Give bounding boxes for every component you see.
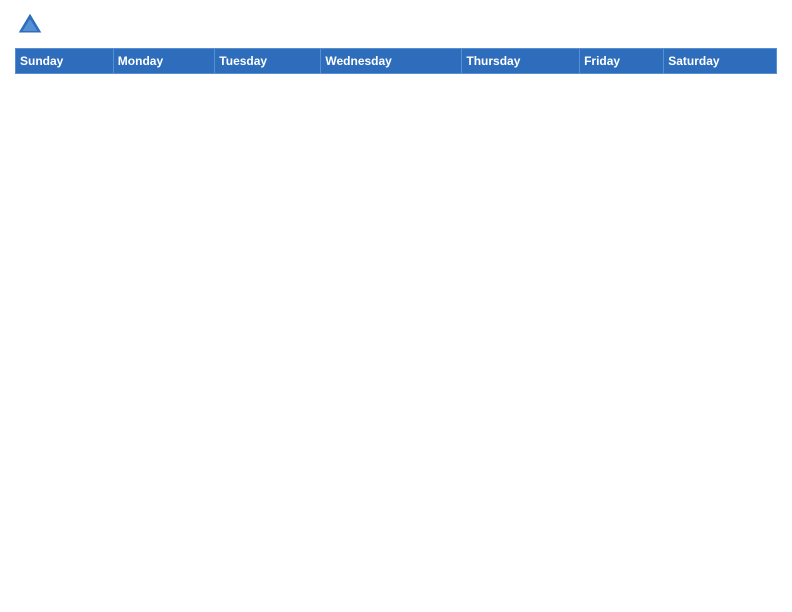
- col-friday: Friday: [580, 49, 664, 74]
- col-thursday: Thursday: [462, 49, 580, 74]
- calendar-header-row: Sunday Monday Tuesday Wednesday Thursday…: [16, 49, 777, 74]
- header: [15, 10, 777, 40]
- col-monday: Monday: [113, 49, 215, 74]
- col-wednesday: Wednesday: [321, 49, 462, 74]
- page: Sunday Monday Tuesday Wednesday Thursday…: [0, 0, 792, 612]
- col-sunday: Sunday: [16, 49, 114, 74]
- col-saturday: Saturday: [664, 49, 777, 74]
- logo-icon: [15, 10, 45, 40]
- calendar: Sunday Monday Tuesday Wednesday Thursday…: [15, 48, 777, 74]
- col-tuesday: Tuesday: [215, 49, 321, 74]
- logo: [15, 10, 49, 40]
